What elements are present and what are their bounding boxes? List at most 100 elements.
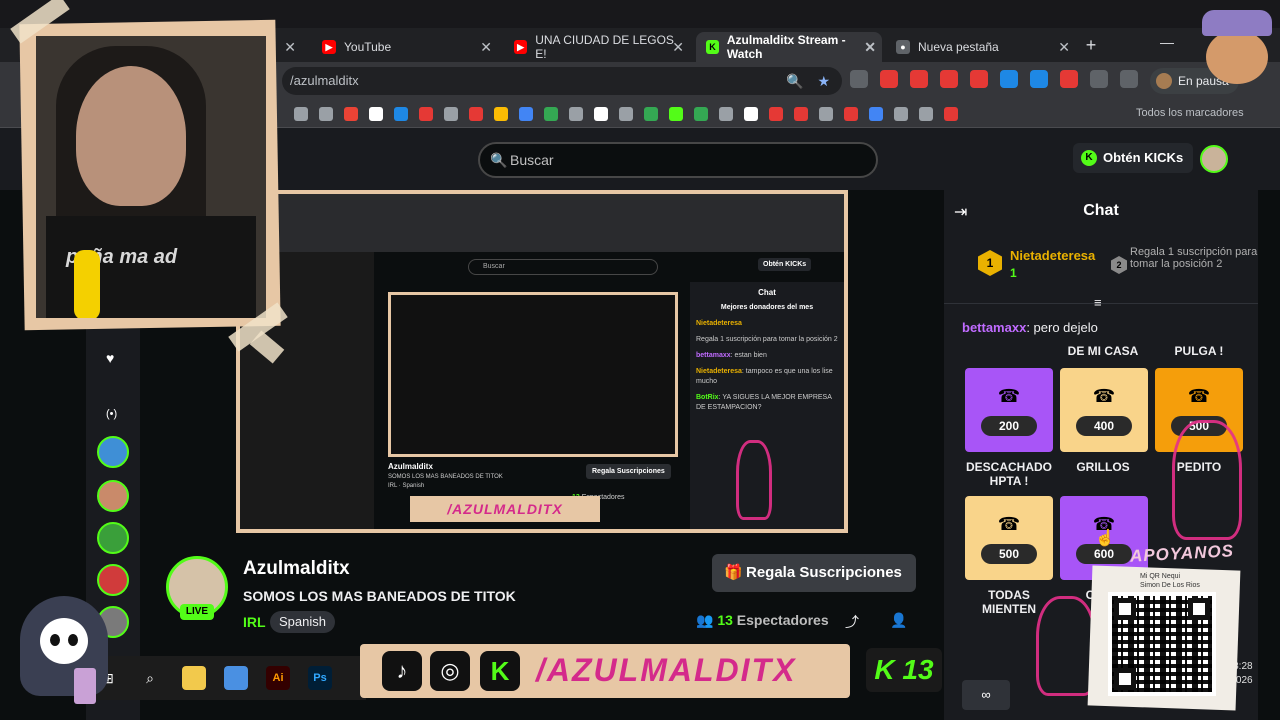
share-icon[interactable]: ⤴ <box>845 612 859 632</box>
search-icon[interactable]: ⌕ <box>138 666 162 690</box>
follow-icon[interactable]: 👤 <box>890 612 907 629</box>
qr-finder <box>1114 668 1136 690</box>
qr-caption: Mi QR Nequi Simon De Los Rios <box>1140 572 1200 590</box>
extension-icon[interactable] <box>940 70 958 88</box>
bookmark-icon[interactable] <box>419 107 433 121</box>
phone-icon: ☎ <box>1092 386 1116 406</box>
chat-title: Chat <box>1083 202 1119 219</box>
zoom-icon[interactable]: 🔍 <box>786 67 803 95</box>
bookmark-icon[interactable] <box>444 107 458 121</box>
bookmark-icon[interactable] <box>794 107 808 121</box>
extension-icon[interactable] <box>970 70 988 88</box>
pinned-icon[interactable]: ≡ <box>1094 295 1102 310</box>
close-icon[interactable]: ✕ <box>284 39 296 56</box>
chat-message: bettamaxx: pero dejelo <box>962 320 1098 335</box>
star-icon[interactable]: ★ <box>817 67 830 95</box>
bookmark-icon[interactable] <box>369 107 383 121</box>
bookmark-icon[interactable] <box>319 107 333 121</box>
reward-tile[interactable]: ☎ 200 <box>965 368 1053 452</box>
nested-msg: bettamaxx: estan bien <box>696 351 838 361</box>
chat-text: : pero dejelo <box>1026 320 1098 335</box>
expand-icon[interactable]: (•) <box>106 408 117 420</box>
tab-youtube[interactable]: ▶ YouTube ✕ <box>312 32 498 62</box>
bookmark-icon[interactable] <box>869 107 883 121</box>
mascot-head <box>1206 30 1268 84</box>
top-donors: 1 Nietadeteresa 1 2 Regala 1 suscripción… <box>978 246 1258 288</box>
bookmark-icon[interactable] <box>494 107 508 121</box>
close-icon[interactable]: ✕ <box>864 39 876 56</box>
extension-icon[interactable] <box>1000 70 1018 88</box>
photoshop-icon[interactable]: Ps <box>308 666 332 690</box>
bookmark-icon[interactable] <box>744 107 758 121</box>
bookmark-icon[interactable] <box>669 107 683 121</box>
instagram-icon: ◎ <box>430 651 470 691</box>
followed-channel-avatar[interactable] <box>97 436 129 468</box>
extension-icon[interactable] <box>910 70 928 88</box>
nested-category: IRL <box>388 483 398 489</box>
extension-icon[interactable] <box>880 70 898 88</box>
reward-tile[interactable]: ☎ 500 <box>965 496 1053 580</box>
bookmark-icon[interactable] <box>694 107 708 121</box>
tab-new[interactable]: ● Nueva pestaña ✕ <box>886 32 1076 62</box>
bookmark-icon[interactable] <box>594 107 608 121</box>
nested-channel-title: SOMOS LOS MAS BANEADOS DE TITOK <box>388 474 503 480</box>
all-bookmarks-link[interactable]: Todos los marcadores <box>1136 107 1244 119</box>
bookmark-icon[interactable] <box>469 107 483 121</box>
bookmark-icon[interactable] <box>644 107 658 121</box>
reading-list-icon[interactable] <box>1120 70 1138 88</box>
get-kicks-button[interactable]: K Obtén KICKs <box>1073 143 1194 173</box>
tab-lego-video[interactable]: ▶ UNA CIUDAD DE LEGOS E! ✕ <box>504 32 690 62</box>
minimize-button[interactable]: — <box>1160 34 1174 50</box>
live-badge: LIVE <box>180 604 214 620</box>
followed-channel-avatar[interactable] <box>97 564 129 596</box>
extension-icon[interactable] <box>850 70 868 88</box>
followed-channel-avatar[interactable] <box>97 522 129 554</box>
nested-donor-note: Regala 1 suscripción para tomar la posic… <box>696 336 838 343</box>
category-link[interactable]: IRL <box>243 614 266 630</box>
followed-channel-avatar[interactable] <box>97 480 129 512</box>
extension-icon[interactable] <box>1030 70 1048 88</box>
url-field[interactable]: /azulmalditx 🔍 ★ <box>282 67 842 95</box>
bookmark-icon[interactable] <box>619 107 633 121</box>
user-avatar[interactable] <box>1200 145 1228 173</box>
close-icon[interactable]: ✕ <box>1058 39 1070 56</box>
chat-username[interactable]: bettamaxx <box>962 320 1026 335</box>
bookmark-icon[interactable] <box>769 107 783 121</box>
extension-icon[interactable] <box>1060 70 1078 88</box>
infinity-button[interactable]: ∞ <box>962 680 1010 710</box>
close-icon[interactable]: ✕ <box>672 39 684 56</box>
bookmark-icon[interactable] <box>894 107 908 121</box>
heart-icon[interactable]: ♥ <box>106 350 114 366</box>
tab-label: Azulmalditx Stream - Watch <box>726 33 846 61</box>
puzzle-icon[interactable] <box>1090 70 1108 88</box>
bookmark-icon[interactable] <box>344 107 358 121</box>
bookmark-icon[interactable] <box>819 107 833 121</box>
social-banner: ♪ ◎ K /AZULMALDITX <box>360 644 850 698</box>
reward-tile[interactable]: ☎ 400 <box>1060 368 1148 452</box>
new-tab-button[interactable]: + <box>1080 34 1102 56</box>
url-text: /azulmalditx <box>290 73 359 88</box>
language-tag[interactable]: Spanish <box>270 611 335 633</box>
folder-icon[interactable] <box>182 666 206 690</box>
gift-subs-button[interactable]: 🎁 Regala Suscripciones <box>712 554 916 592</box>
search-input[interactable]: 🔍 Buscar <box>478 142 878 178</box>
bookmark-icon[interactable] <box>544 107 558 121</box>
donor-name[interactable]: Nietadeteresa <box>1010 248 1095 263</box>
app-icon[interactable] <box>224 666 248 690</box>
tab-kick-stream[interactable]: K Azulmalditx Stream - Watch ✕ <box>696 32 882 62</box>
close-icon[interactable]: ✕ <box>480 39 492 56</box>
bookmark-icon[interactable] <box>569 107 583 121</box>
bookmark-icon[interactable] <box>919 107 933 121</box>
tab-previous-close[interactable]: ✕ <box>282 32 302 62</box>
nested-browser-chrome <box>240 194 844 252</box>
bookmark-icon[interactable] <box>844 107 858 121</box>
streamer-face <box>76 66 186 206</box>
illustrator-icon[interactable]: Ai <box>266 666 290 690</box>
bookmark-icon[interactable] <box>294 107 308 121</box>
viewers-label: Espectadores <box>736 612 829 628</box>
channel-name[interactable]: Azulmalditx <box>243 558 350 580</box>
bookmark-icon[interactable] <box>394 107 408 121</box>
bookmark-icon[interactable] <box>719 107 733 121</box>
bookmark-icon[interactable] <box>944 107 958 121</box>
bookmark-icon[interactable] <box>519 107 533 121</box>
